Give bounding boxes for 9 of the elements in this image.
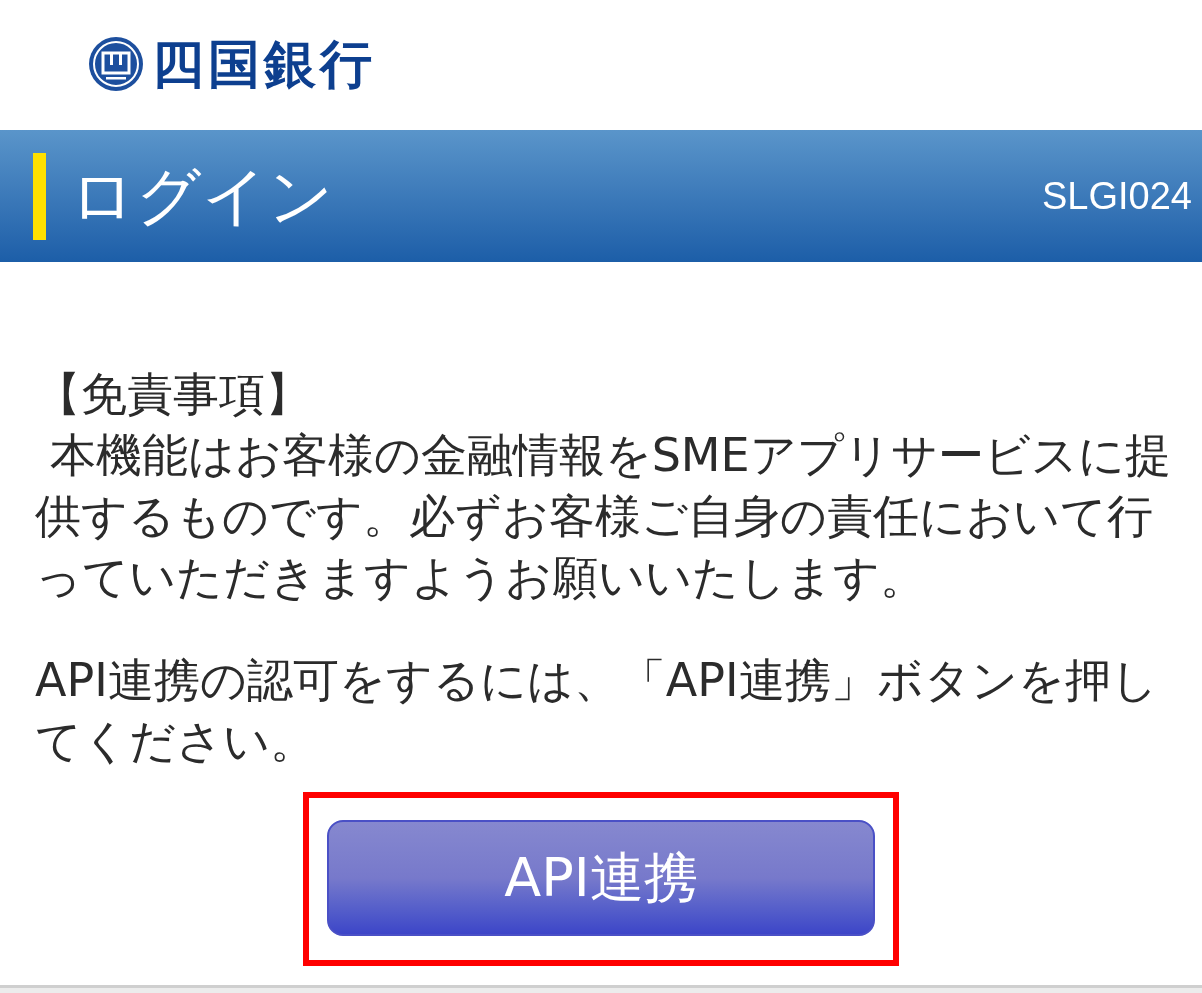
bank-emblem-icon [88, 36, 144, 92]
disclaimer-heading: 【免責事項】 [35, 366, 312, 423]
disclaimer-text: 本機能はお客様の金融情報をSMEアプリサービスに提供するものです。必ずお客様ご自身の責任において行っていただきますようお願いいたします。 [35, 427, 1172, 606]
page-title: ログイン [70, 158, 334, 234]
screen-id: SLGI024 [1042, 174, 1192, 219]
bank-name: 四国銀行 [152, 34, 376, 94]
instruction-text: API連携の認可をするには、「API連携」ボタンを押してください。 [35, 652, 1159, 770]
accent-bar-icon [33, 152, 46, 240]
api-link-button[interactable]: API連携 [327, 820, 875, 936]
